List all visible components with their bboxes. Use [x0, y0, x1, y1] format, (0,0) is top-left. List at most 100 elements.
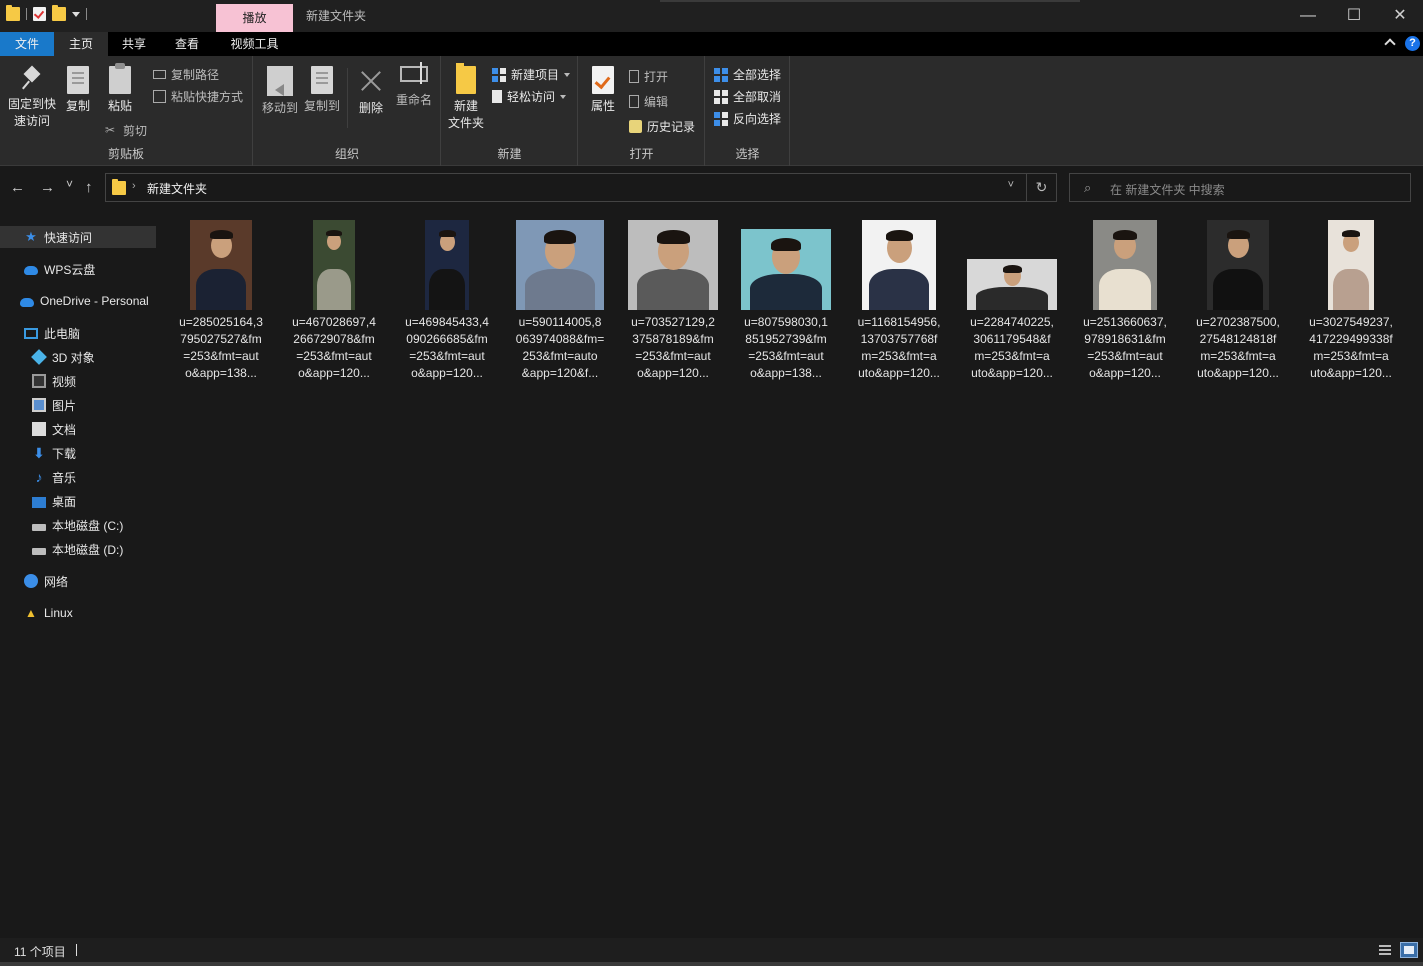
sidebar-item[interactable]: 图片 [0, 394, 156, 416]
file-list: u=285025164,3 795027527&fm =253&fmt=aut o&a… [158, 210, 1423, 938]
thumbnail-frame [620, 218, 726, 310]
breadcrumb-current-folder[interactable]: 新建文件夹 [147, 180, 207, 197]
new-item-button[interactable]: 新建项目 [492, 66, 571, 83]
file-name-line: u=1168154956, [857, 315, 941, 329]
ribbon-group-clipboard: 固定到快 速访问 复制 粘贴 复制路径 粘贴快捷方式 ✂ 剪切 剪贴板 [0, 56, 253, 166]
collapse-ribbon-chevron-up-icon[interactable] [1385, 37, 1395, 47]
cut-label: 剪切 [123, 124, 148, 138]
sidebar-item[interactable]: 网络 [0, 570, 156, 592]
paste-button[interactable]: 粘贴 [104, 63, 136, 115]
sidebar-item[interactable]: 此电脑 [0, 322, 156, 344]
delete-label: 删除 [358, 101, 383, 115]
sidebar-item[interactable]: ♪ 音乐 [0, 466, 156, 488]
sidebar-item[interactable]: 3D 对象 [0, 346, 156, 368]
file-name-line: =253&fmt=aut [1087, 349, 1163, 363]
file-item[interactable]: u=3027549237, 417229499338f m=253&fmt=a uto… [1298, 218, 1404, 390]
file-item[interactable]: u=1168154956, 13703757768f m=253&fmt=a uto&… [846, 218, 952, 390]
thumbnail-figure-hair [1342, 230, 1360, 237]
file-item[interactable]: u=467028697,4 266729078&fm =253&fmt=aut o&a… [281, 218, 387, 390]
sidebar-item[interactable]: ⬇ 下载 [0, 442, 156, 464]
edit-button[interactable]: 编辑 [629, 93, 668, 110]
tab-home[interactable]: 主页 [54, 32, 108, 56]
maximize-button[interactable]: ☐ [1331, 0, 1377, 32]
file-item[interactable]: u=590114005,8 063974088&fm= 253&fmt=auto &a… [507, 218, 613, 390]
delete-button[interactable]: 删除 [354, 66, 388, 117]
address-history-chevron-down-icon[interactable]: ˅ [1008, 179, 1014, 191]
thumbnail-figure-body [637, 269, 709, 310]
tab-file[interactable]: 文件 [0, 32, 54, 56]
sidebar-item[interactable]: 本地磁盘 (C:) [0, 514, 156, 536]
open-button[interactable]: 打开 [629, 68, 668, 85]
sidebar-item[interactable]: ▲ Linux [0, 602, 156, 624]
file-name-line: 253&fmt=auto [522, 349, 598, 363]
file-name-line: u=807598030,1 [744, 315, 828, 329]
image-thumbnail [1207, 220, 1269, 310]
sidebar-item[interactable]: WPS云盘 [0, 258, 156, 280]
properties-button[interactable]: 属性 [585, 66, 621, 115]
window-title: 新建文件夹 [306, 9, 367, 23]
pin-to-quick-access-button[interactable]: 固定到快 速访问 [6, 66, 58, 130]
forward-arrow-icon[interactable]: → [40, 179, 55, 196]
tab-share[interactable]: 共享 [108, 32, 160, 56]
thumbnail-frame [394, 218, 500, 310]
file-item[interactable]: u=703527129,2 375878189&fm =253&fmt=aut o&a… [620, 218, 726, 390]
minimize-button[interactable]: — [1285, 0, 1331, 32]
tab-video-tools[interactable]: 视频工具 [216, 32, 293, 56]
breadcrumb-separator-chevron-icon[interactable]: › [132, 180, 136, 192]
history-button[interactable]: 历史记录 [629, 118, 695, 135]
sidebar-item[interactable]: 文档 [0, 418, 156, 440]
search-input[interactable]: ⌕ 在 新建文件夹 中搜索 [1069, 173, 1411, 202]
address-bar[interactable]: › 新建文件夹 ˅ ↻ [105, 173, 1057, 202]
sidebar-item[interactable]: ★ 快速访问 [0, 226, 156, 248]
sidebar-item[interactable]: 视频 [0, 370, 156, 392]
video-icon [32, 374, 46, 388]
easy-access-button[interactable]: 轻松访问 [492, 88, 567, 105]
paste-shortcut-button[interactable]: 粘贴快捷方式 [153, 88, 243, 105]
properties-icon[interactable] [33, 7, 46, 21]
rename-button[interactable]: 重命名 [392, 62, 436, 109]
cut-button[interactable]: ✂ 剪切 [105, 122, 147, 139]
recent-locations-chevron-down-icon[interactable]: ˅ [66, 177, 73, 191]
file-item[interactable]: u=2513660637, 978918631&fm =253&fmt=aut o&a… [1072, 218, 1178, 390]
file-item[interactable]: u=807598030,1 851952739&fm =253&fmt=aut o&a… [733, 218, 839, 390]
copy-button[interactable]: 复制 [62, 66, 94, 115]
large-icons-view-icon[interactable] [1400, 942, 1418, 958]
invert-selection-button[interactable]: 反向选择 [714, 110, 781, 127]
customize-toolbar-chevron-down-icon[interactable] [72, 11, 80, 17]
file-item[interactable]: u=285025164,3 795027527&fm =253&fmt=aut o&a… [168, 218, 274, 390]
sidebar-item[interactable]: 本地磁盘 (D:) [0, 538, 156, 560]
copy-path-button[interactable]: 复制路径 [153, 66, 219, 83]
image-thumbnail [516, 220, 604, 310]
file-name-line: 13703757768f [860, 332, 938, 346]
refresh-button[interactable]: ↻ [1026, 174, 1056, 201]
image-thumbnail [967, 259, 1057, 310]
file-name-line: 795027527&fm [180, 332, 262, 346]
drive-icon [32, 548, 46, 555]
file-name: u=703527129,2 375878189&fm =253&fmt=aut o&a… [620, 314, 726, 382]
tab-play[interactable]: 播放 [216, 4, 293, 32]
move-to-button[interactable]: 移动到 [260, 66, 300, 117]
tab-view[interactable]: 查看 [160, 32, 214, 56]
back-arrow-icon[interactable]: ← [10, 179, 25, 196]
details-view-icon[interactable] [1377, 942, 1395, 958]
copy-to-button[interactable]: 复制到 [302, 66, 342, 115]
file-item[interactable]: u=2284740225, 3061179548&f m=253&fmt=a uto&… [959, 218, 1065, 390]
sidebar-item[interactable]: 桌面 [0, 490, 156, 512]
select-all-button[interactable]: 全部选择 [714, 66, 781, 83]
select-none-button[interactable]: 全部取消 [714, 88, 781, 105]
file-name-line: u=703527129,2 [631, 315, 715, 329]
file-name-line: o&app=138... [185, 366, 257, 380]
file-name-line: o&app=120... [411, 366, 483, 380]
edit-icon [629, 95, 639, 108]
new-folder-button[interactable]: 新建 文件夹 [446, 63, 486, 132]
sidebar-item[interactable]: OneDrive - Personal [0, 290, 156, 312]
ribbon-tabs: 文件 主页 共享 查看 视频工具 ? [0, 32, 1423, 56]
file-item[interactable]: u=469845433,4 090266685&fm =253&fmt=aut o&a… [394, 218, 500, 390]
new-folder-icon[interactable] [52, 5, 66, 21]
thumbnail-figure-body [524, 269, 596, 310]
close-button[interactable]: ✕ [1377, 0, 1423, 32]
file-name: u=467028697,4 266729078&fm =253&fmt=aut o&a… [281, 314, 387, 382]
help-button[interactable]: ? [1405, 36, 1420, 51]
file-item[interactable]: u=2702387500, 27548124818f m=253&fmt=a uto&… [1185, 218, 1291, 390]
up-arrow-icon[interactable]: ↑ [85, 179, 93, 196]
